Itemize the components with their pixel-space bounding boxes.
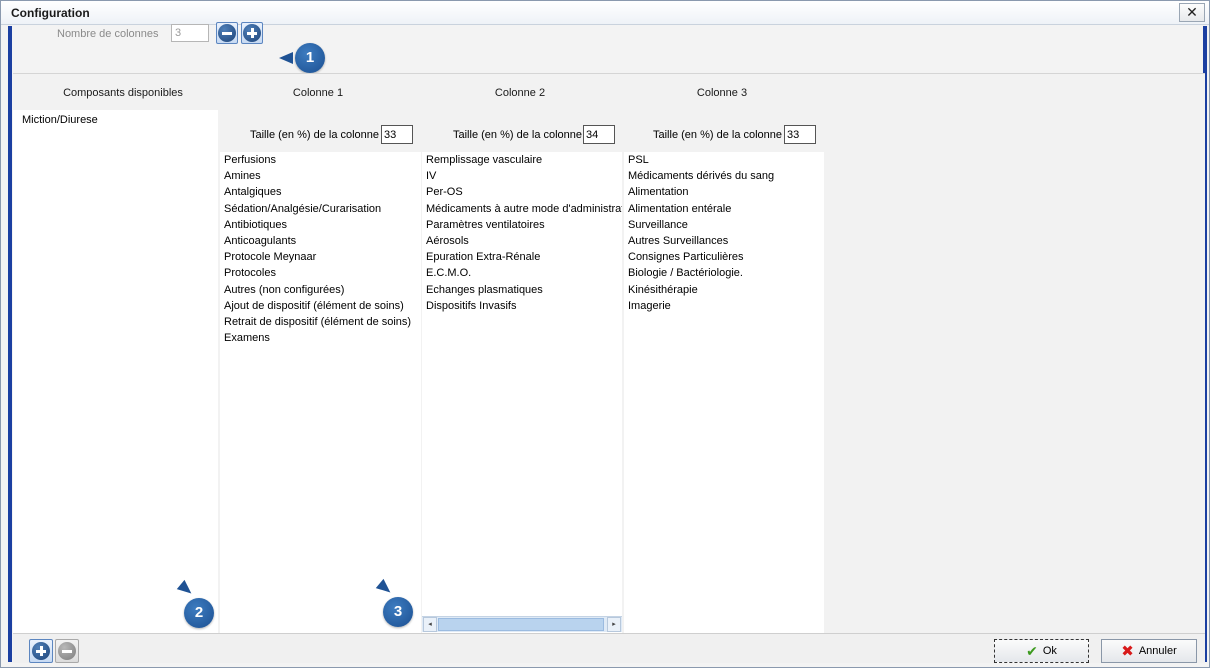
configuration-dialog: Configuration ✕ Nombre de colonnes 1 Com… bbox=[0, 0, 1210, 668]
list-item[interactable]: Surveillance bbox=[624, 217, 824, 233]
column-1-header: Colonne 1 bbox=[292, 87, 344, 99]
list-item[interactable]: Protocoles bbox=[220, 265, 421, 281]
ok-button[interactable]: ✔ Ok bbox=[994, 639, 1089, 663]
column-2-header: Colonne 2 bbox=[494, 87, 546, 99]
check-icon: ✔ bbox=[1026, 642, 1038, 659]
list-item[interactable]: Médicaments dérivés du sang bbox=[624, 168, 824, 184]
list-item[interactable]: Echanges plasmatiques bbox=[422, 282, 622, 298]
list-item[interactable]: Examens bbox=[220, 330, 421, 346]
list-item[interactable]: Per-OS bbox=[422, 184, 622, 200]
list-item[interactable]: E.C.M.O. bbox=[422, 265, 622, 281]
plus-circle-icon bbox=[32, 642, 50, 660]
plus-circle-icon bbox=[243, 24, 261, 42]
list-item[interactable]: Consignes Particulières bbox=[624, 249, 824, 265]
column-3-list[interactable]: PSL Médicaments dérivés du sang Alimenta… bbox=[624, 152, 824, 634]
column-2-size-label: Taille (en %) de la colonne bbox=[453, 129, 583, 141]
scrollbar-thumb[interactable] bbox=[438, 618, 604, 631]
column-1-size-input[interactable] bbox=[381, 125, 413, 144]
list-item[interactable]: Dispositifs Invasifs bbox=[422, 298, 622, 314]
callout-1-badge: 1 bbox=[295, 43, 325, 73]
list-item[interactable]: Imagerie bbox=[624, 298, 824, 314]
list-item[interactable]: Amines bbox=[220, 168, 421, 184]
list-item[interactable]: Antibiotiques bbox=[220, 217, 421, 233]
close-button[interactable]: ✕ bbox=[1179, 3, 1205, 22]
list-item[interactable]: Sédation/Analgésie/Curarisation bbox=[220, 201, 421, 217]
nb-colonnes-label: Nombre de colonnes bbox=[57, 28, 159, 40]
scroll-left-arrow-icon[interactable]: ◂ bbox=[423, 617, 437, 632]
list-item[interactable]: Alimentation bbox=[624, 184, 824, 200]
window-title: Configuration bbox=[11, 6, 90, 20]
list-item[interactable]: Miction/Diurese bbox=[13, 112, 218, 128]
minus-circle-icon bbox=[58, 642, 76, 660]
list-item[interactable]: Anticoagulants bbox=[220, 233, 421, 249]
nb-colonnes-input[interactable] bbox=[171, 24, 209, 42]
add-component-button[interactable] bbox=[29, 639, 53, 663]
column-3-size-label: Taille (en %) de la colonne bbox=[653, 129, 783, 141]
scroll-right-arrow-icon[interactable]: ▸ bbox=[607, 617, 621, 632]
list-item[interactable]: Protocole Meynaar bbox=[220, 249, 421, 265]
column-1-list[interactable]: Perfusions Amines Antalgiques Sédation/A… bbox=[220, 152, 421, 634]
list-item[interactable]: Ajout de dispositif (élément de soins) bbox=[220, 298, 421, 314]
columns-area: Composants disponibles Colonne 1 Colonne… bbox=[13, 73, 1205, 634]
list-item[interactable]: Autres Surveillances bbox=[624, 233, 824, 249]
left-accent-rail bbox=[8, 26, 12, 662]
minus-circle-icon bbox=[218, 24, 236, 42]
list-item[interactable]: Biologie / Bactériologie. bbox=[624, 265, 824, 281]
title-bar: Configuration ✕ bbox=[1, 1, 1209, 25]
ok-label: Ok bbox=[1042, 645, 1057, 657]
list-item[interactable]: Aérosols bbox=[422, 233, 622, 249]
callout-3-badge: 3 bbox=[383, 597, 413, 627]
list-item[interactable]: Antalgiques bbox=[220, 184, 421, 200]
list-item[interactable]: PSL bbox=[624, 152, 824, 168]
callout-2-badge: 2 bbox=[184, 598, 214, 628]
list-item[interactable]: Remplissage vasculaire bbox=[422, 152, 622, 168]
list-item[interactable]: IV bbox=[422, 168, 622, 184]
column-3-size-input[interactable] bbox=[784, 125, 816, 144]
cancel-x-icon: ✖ bbox=[1121, 643, 1134, 660]
remove-component-button[interactable] bbox=[55, 639, 79, 663]
column-2-horizontal-scrollbar[interactable]: ◂ ▸ bbox=[422, 616, 622, 632]
list-item[interactable]: Alimentation entérale bbox=[624, 201, 824, 217]
callout-1-pointer bbox=[279, 52, 293, 64]
cancel-button[interactable]: ✖ Annuler bbox=[1101, 639, 1197, 663]
list-item[interactable]: Paramètres ventilatoires bbox=[422, 217, 622, 233]
cancel-label: Annuler bbox=[1138, 645, 1177, 657]
list-item[interactable]: Médicaments à autre mode d'administrat bbox=[422, 201, 622, 217]
add-column-button[interactable] bbox=[241, 22, 263, 44]
list-item[interactable]: Epuration Extra-Rénale bbox=[422, 249, 622, 265]
column-2-list[interactable]: Remplissage vasculaire IV Per-OS Médicam… bbox=[422, 152, 622, 634]
list-item[interactable]: Kinésithérapie bbox=[624, 282, 824, 298]
column-2-size-input[interactable] bbox=[583, 125, 615, 144]
column-1-size-label: Taille (en %) de la colonne bbox=[250, 129, 380, 141]
list-item[interactable]: Autres (non configurées) bbox=[220, 282, 421, 298]
list-item[interactable]: Perfusions bbox=[220, 152, 421, 168]
remove-column-button[interactable] bbox=[216, 22, 238, 44]
list-item[interactable]: Retrait de dispositif (élément de soins) bbox=[220, 314, 421, 330]
column-3-header: Colonne 3 bbox=[696, 87, 748, 99]
available-header: Composants disponibles bbox=[63, 87, 183, 99]
available-components-list[interactable]: Miction/Diurese bbox=[13, 110, 218, 634]
